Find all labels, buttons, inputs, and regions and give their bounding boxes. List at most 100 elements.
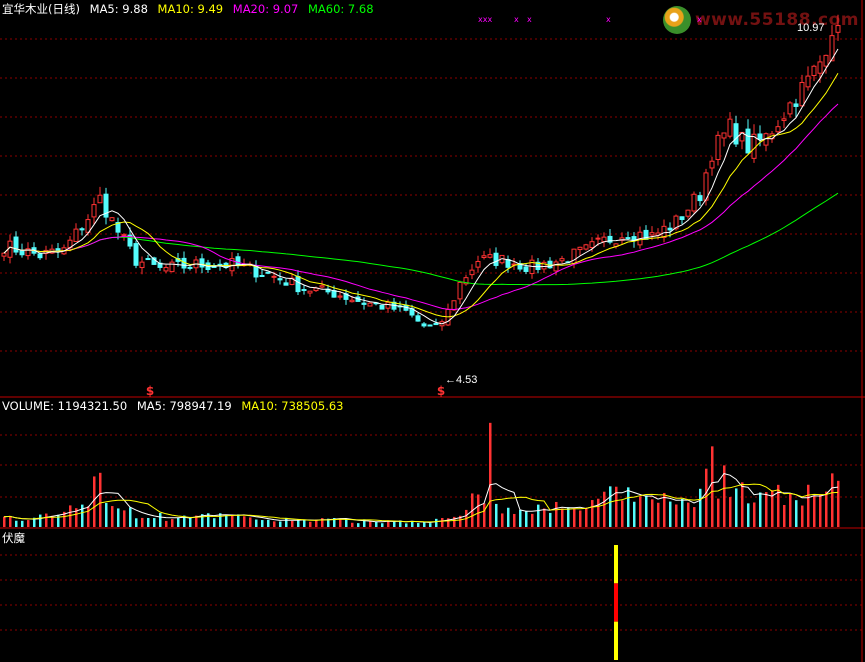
volume-bar (255, 519, 258, 527)
candle-body (451, 300, 457, 311)
volume-bar (9, 516, 12, 527)
volume-bar (651, 499, 654, 527)
candle-body (337, 295, 343, 298)
volume-layer (3, 422, 840, 527)
candle-body (595, 237, 601, 240)
volume-bar (603, 491, 606, 527)
candle-body (793, 103, 799, 107)
candle-body (379, 304, 385, 310)
signal-mark: $ (146, 384, 154, 398)
stock-chart[interactable]: 10.97 4.53 ← $ $ xxx x x x x (0, 0, 865, 662)
candle-body (457, 281, 463, 300)
volume-bar (429, 523, 432, 527)
candle-body (415, 315, 421, 322)
volume-bar (267, 519, 270, 527)
candle-body (253, 265, 259, 278)
indicator-signal-bar (614, 621, 618, 660)
volume-bar (243, 516, 246, 527)
volume-bar (159, 512, 162, 527)
top-mark: x (527, 15, 532, 24)
candle-body (787, 102, 793, 115)
candle-body (367, 302, 373, 307)
candle-body (649, 232, 655, 236)
candle-body (133, 243, 139, 266)
volume-bar (123, 510, 126, 527)
top-mark: xxx (478, 15, 492, 24)
volume-bar (261, 520, 264, 527)
volume-bar (87, 506, 90, 527)
volume-bar (297, 519, 300, 527)
candle-body (265, 271, 271, 274)
volume-bar (699, 488, 702, 527)
volume-bar (549, 512, 552, 527)
volume-bar (639, 496, 642, 527)
volume-bar (369, 521, 372, 527)
candle-body (169, 261, 175, 273)
volume-bar (27, 520, 30, 527)
candle-body (187, 266, 193, 269)
volume-bar (345, 518, 348, 527)
volume-bar (687, 502, 690, 527)
volume-bar (273, 521, 276, 527)
candle-body (319, 285, 325, 288)
candle-body (553, 261, 559, 272)
volume-bar (669, 501, 672, 527)
volume-bar (225, 514, 228, 527)
candle-body (283, 282, 289, 286)
volume-bar (405, 523, 408, 527)
volume-bar (483, 503, 486, 527)
candle-body (259, 274, 265, 277)
candle-body (79, 228, 85, 231)
top-mark: x (697, 15, 702, 24)
volume-bar (477, 494, 480, 527)
ma-layer (3, 48, 839, 325)
indicator-signal-bar (614, 583, 618, 622)
candle-body (811, 65, 817, 77)
volume-bar (693, 507, 696, 527)
indicator-layer (614, 545, 618, 660)
candle-body (427, 324, 433, 327)
ma20-line (3, 103, 839, 311)
candle-body (661, 225, 667, 238)
candle-body (799, 81, 805, 107)
candle-body (433, 322, 439, 326)
volume-bar (231, 515, 234, 527)
volume-bar (489, 422, 492, 527)
candle-body (745, 128, 751, 154)
volume-bar (783, 504, 786, 527)
volume-bar (795, 500, 798, 527)
volume-bar (249, 517, 252, 527)
candle-body (625, 237, 631, 240)
volume-bar (21, 520, 24, 527)
volume-bar (561, 508, 564, 527)
candle-body (775, 126, 781, 133)
volume-bar (93, 476, 96, 527)
volume-bar (555, 501, 558, 527)
candle-body (493, 252, 499, 266)
candle-body (757, 133, 763, 140)
volume-bar (303, 519, 306, 527)
candle-body (589, 241, 595, 248)
volume-bar (591, 500, 594, 527)
volume-bar (801, 505, 804, 527)
candle-body (475, 260, 481, 268)
volume-bar (807, 484, 810, 527)
volume-bar (573, 508, 576, 527)
volume-bar (339, 518, 342, 527)
volume-bar (3, 516, 6, 527)
candle-body (577, 246, 583, 251)
volume-bar (435, 518, 438, 527)
candle-body (1, 252, 7, 257)
volume-bar (501, 513, 504, 527)
candle-body (601, 236, 607, 243)
candle-body (307, 290, 313, 294)
volume-bar (141, 517, 144, 527)
candle-body (805, 75, 811, 88)
candle-body (715, 134, 721, 161)
volume-bar (717, 498, 720, 527)
candle-body (91, 204, 97, 218)
volume-bar (633, 501, 636, 527)
candle-body (583, 244, 589, 250)
volume-bar (105, 503, 108, 527)
volume-bar (39, 514, 42, 527)
